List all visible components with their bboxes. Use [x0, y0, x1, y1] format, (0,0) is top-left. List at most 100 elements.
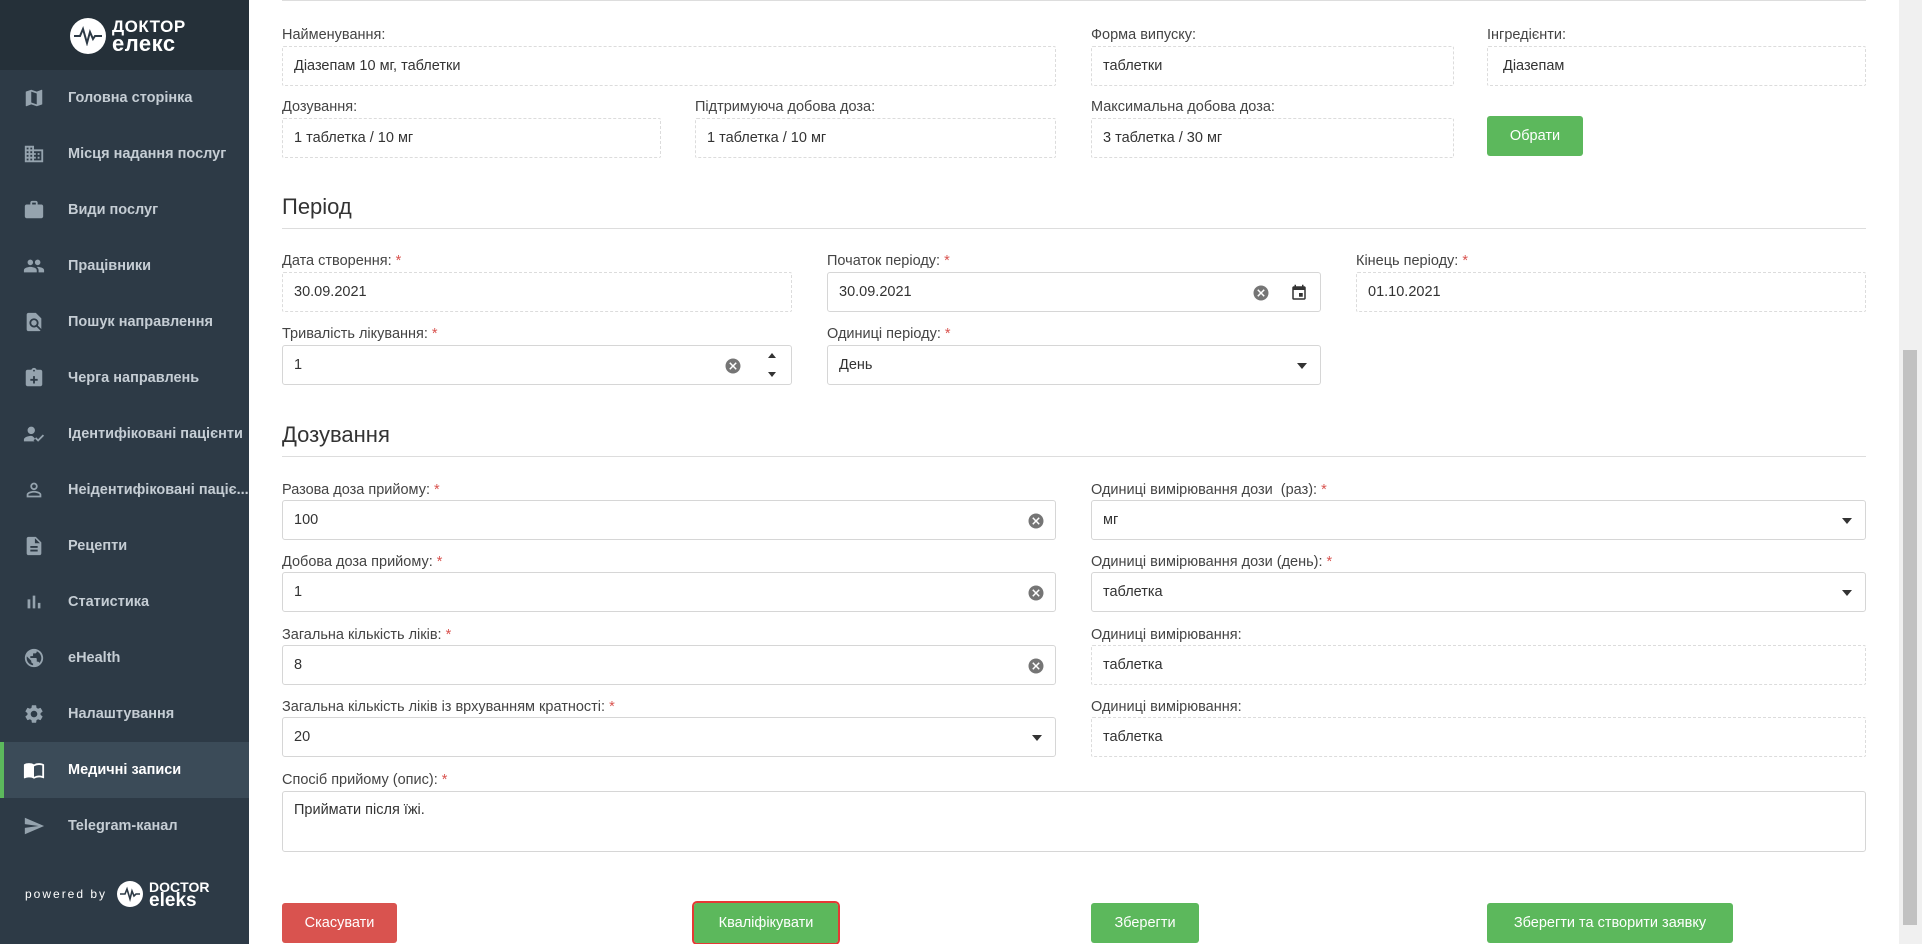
person-check-icon — [20, 420, 48, 448]
dosage-field: 1 таблетка / 10 мг — [282, 118, 661, 158]
calendar-icon[interactable] — [1290, 284, 1308, 302]
ingredients-field: Діазепам — [1487, 46, 1866, 86]
single-dose-unit-label: Одиниці вимірювання дози (раз): * — [1091, 482, 1327, 498]
sidebar-item-label: Види послуг — [68, 202, 159, 218]
daily-dose-input[interactable]: 1 — [282, 572, 1056, 612]
clear-icon[interactable] — [1027, 512, 1045, 530]
total-mult-unit-label: Одиниці вимірювання: — [1091, 699, 1242, 715]
clear-icon[interactable] — [1027, 657, 1045, 675]
period-divider — [282, 228, 1866, 229]
top-divider — [282, 0, 1866, 1]
cancel-button[interactable]: Скасувати — [282, 903, 397, 943]
chevron-up-icon[interactable] — [767, 352, 777, 360]
ingredients-label: Інгредієнти: — [1487, 27, 1566, 43]
sidebar-item-unidentified-patients[interactable]: Неідентифіковані паціє... — [0, 462, 249, 518]
sidebar-item-label: Налаштування — [68, 706, 175, 722]
period-start-label: Початок періоду: * — [827, 253, 950, 269]
period-end-label: Кінець періоду: * — [1356, 253, 1468, 269]
chevron-down-icon — [1842, 590, 1852, 596]
sidebar-item-ehealth[interactable]: eHealth — [0, 630, 249, 686]
file-icon — [20, 532, 48, 560]
total-qty-label: Загальна кількість ліків: * — [282, 627, 452, 643]
document-search-icon — [20, 308, 48, 336]
period-end-field: 01.10.2021 — [1356, 272, 1866, 312]
method-textarea[interactable]: Приймати після їжі. — [282, 791, 1866, 852]
total-mult-unit-field: таблетка — [1091, 717, 1866, 757]
period-start-input[interactable]: 30.09.2021 — [827, 272, 1321, 312]
page-scrollbar[interactable] — [1899, 0, 1922, 944]
sidebar-item-employees[interactable]: Працівники — [0, 238, 249, 294]
duration-stepper[interactable]: 1 — [282, 345, 792, 385]
sidebar-item-label: Головна сторінка — [68, 90, 193, 106]
dosage-label: Дозування: — [282, 99, 358, 115]
sidebar-item-label: Працівники — [68, 258, 152, 274]
method-label: Спосіб прийому (опис): * — [282, 772, 448, 788]
created-date-field: 30.09.2021 — [282, 272, 792, 312]
sidebar-item-settings[interactable]: Налаштування — [0, 686, 249, 742]
duration-label: Тривалість лікування: * — [282, 326, 438, 342]
sidebar-item-referral-queue[interactable]: Черга направлень — [0, 350, 249, 406]
single-dose-label: Разова доза прийому: * — [282, 482, 440, 498]
sidebar-item-identified-patients[interactable]: Ідентифіковані пацієнти — [0, 406, 249, 462]
footer-logo-text: DOCTOR eleks — [149, 879, 210, 911]
sidebar-item-services[interactable]: Види послуг — [0, 182, 249, 238]
clear-icon[interactable] — [1027, 584, 1045, 602]
sidebar-item-label: Черга направлень — [68, 370, 200, 386]
logo-text: ДОКТОР елекс — [112, 17, 186, 56]
people-icon — [20, 252, 48, 280]
total-mult-select[interactable]: 20 — [282, 717, 1056, 757]
sidebar-item-label: Неідентифіковані паціє... — [68, 482, 249, 498]
total-qty-unit-field: таблетка — [1091, 645, 1866, 685]
sidebar-item-medical-records[interactable]: Медичні записи — [0, 742, 249, 798]
map-icon — [20, 84, 48, 112]
app-logo[interactable]: ДОКТОР елекс — [0, 0, 249, 70]
period-units-select[interactable]: День — [827, 345, 1321, 385]
briefcase-icon — [20, 196, 48, 224]
daily-dose-label: Добова доза прийому: * — [282, 554, 443, 570]
footer-logo-icon — [117, 881, 144, 907]
max-dose-label: Максимальна добова доза: — [1091, 99, 1275, 115]
scrollbar-thumb[interactable] — [1903, 350, 1917, 925]
daily-dose-unit-label: Одиниці вимірювання дози (день): * — [1091, 554, 1333, 570]
sidebar-item-telegram[interactable]: Telegram-канал — [0, 798, 249, 854]
sidebar-nav: Головна сторінка Місця надання послуг Ви… — [0, 70, 249, 854]
clear-icon[interactable] — [724, 357, 742, 375]
logo-pulse-icon — [70, 18, 106, 54]
period-units-label: Одиниці періоду: * — [827, 326, 951, 342]
save-and-create-request-button[interactable]: Зберегти та створити заявку — [1487, 903, 1733, 943]
maint-dose-field: 1 таблетка / 10 мг — [695, 118, 1056, 158]
save-button[interactable]: Зберегти — [1091, 903, 1199, 943]
choose-button[interactable]: Обрати — [1487, 116, 1583, 156]
sidebar-item-label: Ідентифіковані пацієнти — [68, 426, 243, 442]
sidebar-item-locations[interactable]: Місця надання послуг — [0, 126, 249, 182]
total-qty-unit-label: Одиниці вимірювання: — [1091, 627, 1242, 643]
single-dose-unit-select[interactable]: мг — [1091, 500, 1866, 540]
total-mult-label: Загальна кількість ліків із врхуванням к… — [282, 699, 615, 715]
chevron-down-icon[interactable] — [767, 370, 777, 378]
sidebar-item-prescriptions[interactable]: Рецепти — [0, 518, 249, 574]
name-label: Найменування: — [282, 27, 386, 43]
period-section-title: Період — [282, 194, 352, 219]
powered-by-footer: powered by DOCTOR eleks — [25, 879, 210, 911]
sidebar-item-statistics[interactable]: Статистика — [0, 574, 249, 630]
person-outline-icon — [20, 476, 48, 504]
sidebar-item-label: Медичні записи — [68, 762, 182, 778]
sidebar-item-label: Telegram-канал — [68, 818, 178, 834]
single-dose-input[interactable]: 100 — [282, 500, 1056, 540]
dosing-divider — [282, 456, 1866, 457]
sidebar-item-label: Пошук направлення — [68, 314, 213, 330]
sidebar-item-label: Місця надання послуг — [68, 146, 227, 162]
sidebar-item-referral-search[interactable]: Пошук направлення — [0, 294, 249, 350]
bar-chart-icon — [20, 588, 48, 616]
form-label: Форма випуску: — [1091, 27, 1196, 43]
sidebar-item-label: Рецепти — [68, 538, 128, 554]
daily-dose-unit-select[interactable]: таблетка — [1091, 572, 1866, 612]
total-qty-input[interactable]: 8 — [282, 645, 1056, 685]
sidebar-item-label: Статистика — [68, 594, 150, 610]
gear-icon — [20, 700, 48, 728]
clear-icon[interactable] — [1252, 284, 1270, 302]
sidebar-item-home[interactable]: Головна сторінка — [0, 70, 249, 126]
sidebar: ДОКТОР елекс Головна сторінка Місця нада… — [0, 0, 249, 944]
powered-by-text: powered by — [25, 887, 108, 901]
qualify-button[interactable]: Кваліфікувати — [692, 901, 840, 944]
